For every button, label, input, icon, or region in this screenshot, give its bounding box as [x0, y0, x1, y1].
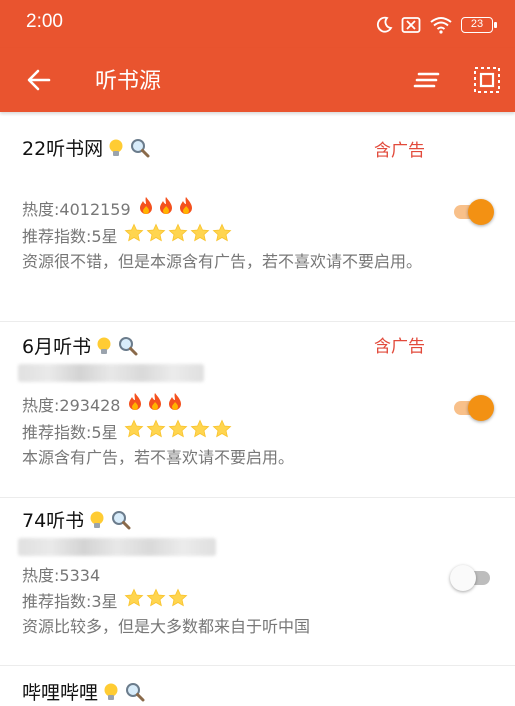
heat-flames: [137, 196, 195, 223]
source-title-row: 74听书: [22, 506, 132, 533]
source-url-blurred: [18, 538, 216, 556]
star-icon: [190, 223, 210, 250]
lightbulb-icon: [109, 139, 123, 156]
battery-icon: 23: [461, 17, 497, 33]
star-icon: [168, 419, 188, 446]
source-enable-toggle[interactable]: [450, 564, 494, 592]
flame-icon: [157, 196, 175, 223]
search-icon: [119, 336, 138, 355]
rating-value: 5星: [91, 422, 118, 442]
heat-value: 4012159: [59, 199, 131, 219]
source-meta: 热度: 5334 推荐指数: 3星 资源比较多，但是大多数都来自于听中国: [22, 564, 432, 639]
sort-button[interactable]: [412, 66, 442, 94]
heat-value: 5334: [59, 566, 101, 585]
rating-stars: [124, 588, 188, 615]
list-item[interactable]: 22听书网 含广告 热度: 4012159 推荐指数: 5星 资源很不错，但是本…: [0, 112, 515, 322]
app-bar: 听书源: [0, 48, 515, 112]
heat-label: 热度:: [22, 566, 60, 585]
star-icon: [190, 419, 210, 446]
star-icon: [124, 223, 144, 250]
source-description: 资源比较多，但是大多数都来自于听中国: [22, 617, 311, 636]
flame-icon: [177, 196, 195, 223]
rating-stars: [124, 223, 232, 250]
rating-label: 推荐指数:: [22, 422, 92, 442]
flame-icon: [166, 392, 184, 419]
star-icon: [212, 419, 232, 446]
heat-value: 293428: [59, 395, 121, 415]
source-url-blurred: [18, 364, 204, 382]
source-enable-toggle[interactable]: [452, 198, 494, 226]
heat-flames: [126, 392, 184, 419]
star-icon: [146, 223, 166, 250]
star-icon: [124, 419, 144, 446]
source-name: 22听书网: [22, 138, 104, 160]
moon-icon: [376, 16, 393, 33]
rating-label: 推荐指数:: [22, 591, 92, 611]
source-name: 74听书: [22, 510, 85, 532]
search-icon: [126, 682, 145, 701]
source-description: 资源很不错，但是本源含有广告，若不喜欢请不要启用。: [22, 252, 423, 271]
status-icons: 23: [375, 14, 497, 36]
list-item[interactable]: 哔哩哔哩: [0, 666, 515, 706]
arrow-left-icon: [27, 69, 51, 91]
rating-value: 5星: [91, 226, 118, 246]
status-bar: 2:00 23: [0, 0, 515, 48]
star-icon: [212, 223, 232, 250]
source-meta: 热度: 293428 推荐指数: 5星 本源含有广告，若不喜欢请不要启用。: [22, 392, 432, 470]
source-title-row: 6月听书: [22, 332, 139, 359]
battery-level: 23: [470, 18, 484, 30]
back-button[interactable]: [24, 65, 54, 95]
select-all-button[interactable]: [472, 65, 502, 95]
search-icon: [112, 510, 131, 529]
heat-label: 热度:: [22, 395, 60, 415]
lightbulb-icon: [90, 511, 104, 528]
star-icon: [146, 588, 166, 615]
star-icon: [168, 588, 188, 615]
lightbulb-icon: [104, 683, 118, 700]
rating-stars: [124, 419, 232, 446]
page-title: 听书源: [95, 69, 162, 94]
source-title-row: 哔哩哔哩: [22, 678, 146, 705]
lightbulb-icon: [97, 337, 111, 354]
rating-label: 推荐指数:: [22, 226, 92, 246]
list-item[interactable]: 6月听书 含广告 热度: 293428 推荐指数: 5星 本源含有广告，若不喜欢…: [0, 322, 515, 498]
no-sim-icon: [401, 17, 421, 33]
ad-tag: 含广告: [374, 141, 425, 161]
flame-icon: [146, 392, 164, 419]
flame-icon: [126, 392, 144, 419]
star-icon: [168, 223, 188, 250]
list-item[interactable]: 74听书 热度: 5334 推荐指数: 3星 资源比较多，但是大多数都来自于听中…: [0, 498, 515, 666]
star-icon: [146, 419, 166, 446]
wifi-icon: [430, 17, 452, 34]
rating-value: 3星: [91, 591, 118, 611]
flame-icon: [137, 196, 155, 223]
sort-icon: [413, 72, 440, 88]
heat-label: 热度:: [22, 199, 60, 219]
source-description: 本源含有广告，若不喜欢请不要启用。: [22, 448, 295, 467]
star-icon: [124, 588, 144, 615]
status-time: 2:00: [26, 11, 63, 32]
ad-tag: 含广告: [374, 337, 425, 357]
source-enable-toggle[interactable]: [452, 394, 494, 422]
source-meta: 热度: 4012159 推荐指数: 5星 资源很不错，但是本源含有广告，若不喜欢…: [22, 196, 432, 274]
search-icon: [131, 138, 150, 157]
source-name: 哔哩哔哩: [22, 682, 99, 704]
source-name: 6月听书: [22, 336, 92, 358]
select-all-icon: [474, 67, 500, 93]
source-title-row: 22听书网: [22, 134, 151, 161]
